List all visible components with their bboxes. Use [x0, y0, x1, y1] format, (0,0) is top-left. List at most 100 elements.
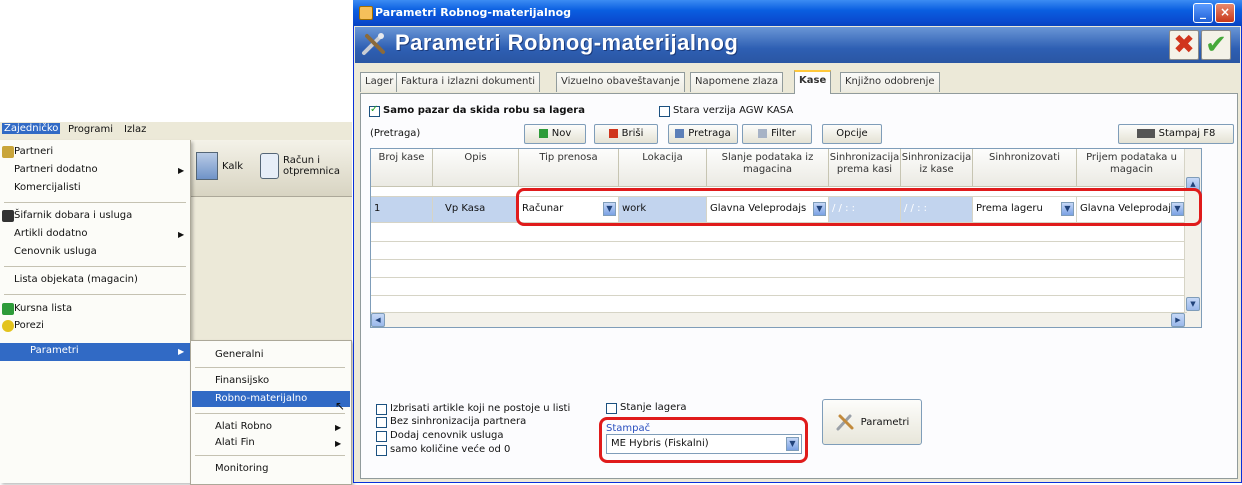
menu-item-parametri[interactable]: Parametri: [30, 345, 79, 356]
samo-pazar-label: Samo pazar da skida robu sa lagera: [383, 105, 585, 116]
column-header-lokacija[interactable]: Lokacija: [619, 149, 707, 187]
vertical-scrollbar[interactable]: ▲ ▼: [1184, 149, 1201, 327]
kalk-button[interactable]: Kalk: [196, 146, 243, 186]
column-header-tip-prenosa[interactable]: Tip prenosa: [519, 149, 619, 187]
menu-item-porezi[interactable]: Porezi: [14, 320, 44, 331]
background-menubar: Zajedničko Programi Izlaz: [0, 122, 352, 141]
empty-row-line: [371, 259, 1187, 260]
tab-strip: Lager Faktura i izlazni dokumenti Vizuel…: [360, 70, 1240, 94]
parametri-button[interactable]: Parametri: [822, 399, 922, 445]
column-header-slanje[interactable]: Slanje podataka iz magacina: [707, 149, 829, 187]
stanje-lagera-label: Stanje lagera: [620, 402, 687, 413]
submenu-arrow-icon: ▶: [178, 347, 185, 356]
search-icon: [675, 128, 685, 138]
submenu-item-finansijsko[interactable]: Finansijsko: [215, 375, 269, 386]
ok-button[interactable]: ✔: [1201, 30, 1231, 60]
submenu-arrow-icon: ▶: [335, 439, 342, 448]
dodaj-cenovnik-label: Dodaj cenovnik usluga: [390, 430, 504, 441]
submenu-item-robno[interactable]: Robno-materijalno: [215, 393, 307, 404]
samo-kolicine-label: samo količine veće od 0: [390, 444, 511, 455]
menu-separator: [4, 202, 186, 203]
printer-highlight-annotation: [599, 417, 808, 463]
column-header-sinhro-prema-kasi[interactable]: Sinhronizacija prema kasi: [829, 149, 901, 187]
menu-izlaz[interactable]: Izlaz: [124, 124, 146, 135]
menu-item-partneri-dodatno[interactable]: Partneri dodatno: [14, 164, 98, 175]
horizontal-scrollbar[interactable]: ◀ ▶: [371, 312, 1187, 327]
column-header-broj-kase[interactable]: Broj kase: [371, 149, 433, 187]
menu-zajednicko[interactable]: Zajedničko: [2, 123, 61, 134]
currency-icon: [2, 303, 14, 315]
filter-label: Filter: [771, 128, 796, 139]
column-header-opis[interactable]: Opis: [433, 149, 519, 187]
cancel-button[interactable]: ✖: [1169, 30, 1199, 60]
pen-document-icon: [260, 153, 280, 179]
close-button[interactable]: ×: [1215, 3, 1235, 23]
filter-button[interactable]: Filter: [742, 124, 812, 144]
menu-separator: [195, 367, 345, 368]
submenu-item-alati-fin[interactable]: Alati Fin: [215, 437, 255, 448]
menu-item-sifarnik[interactable]: Šifarnik dobara i usluga: [14, 210, 132, 221]
cell-broj-kase[interactable]: 1: [371, 197, 433, 223]
minimize-button[interactable]: _: [1193, 3, 1213, 23]
submenu-item-generalni[interactable]: Generalni: [215, 349, 264, 360]
parametri-submenu: Generalni Finansijsko Robno-materijalno …: [190, 340, 352, 485]
cell-opis[interactable]: Vp Kasa: [433, 197, 519, 223]
stara-verzija-label: Stara verzija AGW KASA: [673, 105, 794, 116]
menu-item-parametri-highlight: [0, 343, 190, 361]
kase-grid: Broj kase Opis Tip prenosa Lokacija Slan…: [370, 148, 1202, 328]
stara-verzija-checkbox[interactable]: [659, 106, 670, 117]
tab-knjizno-odobrenje[interactable]: Knjižno odobrenje: [840, 72, 940, 92]
barcode-icon: [2, 210, 14, 222]
racun-button[interactable]: Račun i otpremnica: [260, 146, 352, 186]
nov-button[interactable]: Nov: [524, 124, 586, 144]
menu-item-komercijalisti[interactable]: Komercijalisti: [14, 182, 81, 193]
stanje-lagera-checkbox[interactable]: [606, 403, 617, 414]
brisi-button[interactable]: Briši: [594, 124, 658, 144]
tab-faktura[interactable]: Faktura i izlazni dokumenti: [396, 72, 541, 92]
smiley-icon: [2, 320, 14, 332]
column-header-prijem[interactable]: Prijem podataka u magacin: [1077, 149, 1187, 187]
tab-napomene[interactable]: Napomene zlaza: [690, 72, 784, 92]
menu-programi[interactable]: Programi: [68, 124, 113, 135]
opcije-button[interactable]: Opcije: [822, 124, 882, 144]
parametri-button-label: Parametri: [860, 416, 910, 428]
menu-separator: [195, 455, 345, 456]
bez-sinhronizacije-checkbox[interactable]: [376, 417, 387, 428]
window-titlebar[interactable]: Parametri Robnog-materijalnog _ ×: [353, 0, 1242, 26]
izbrisati-checkbox[interactable]: [376, 404, 387, 415]
samo-pazar-checkbox[interactable]: [369, 104, 380, 117]
background-toolbar: Kalk Račun i otpremnica: [190, 140, 352, 197]
kalk-label: Kalk: [222, 160, 244, 172]
tab-vizuelno[interactable]: Vizuelno obaveštavanje: [556, 72, 685, 92]
scroll-left-icon[interactable]: ◀: [371, 313, 385, 327]
dodaj-cenovnik-checkbox[interactable]: [376, 431, 387, 442]
menu-item-cenovnik[interactable]: Cenovnik usluga: [14, 246, 97, 257]
scroll-right-icon[interactable]: ▶: [1171, 313, 1185, 327]
tab-lager[interactable]: Lager: [360, 72, 399, 92]
pretraga-button[interactable]: Pretraga: [668, 124, 738, 144]
menu-item-artikli-dodatno[interactable]: Artikli dodatno: [14, 228, 88, 239]
nov-label: Nov: [551, 128, 572, 139]
menu-item-lista-objekata[interactable]: Lista objekata (magacin): [14, 274, 138, 285]
column-header-sinhronizovati[interactable]: Sinhronizovati: [973, 149, 1077, 187]
stampaj-label: Stampaj F8: [1158, 128, 1216, 139]
menu-item-partneri[interactable]: Partneri: [14, 146, 53, 157]
partners-icon: [2, 146, 14, 158]
row-highlight-annotation: [516, 188, 1202, 226]
menu-item-kursna-lista[interactable]: Kursna lista: [14, 303, 72, 314]
column-header-sinhro-iz-kase[interactable]: Sinhronizacija iz kase: [901, 149, 973, 187]
search-box-label[interactable]: (Pretraga): [370, 128, 420, 139]
grid-toolbar: (Pretraga) Nov Briši Pretraga Filter Opc…: [366, 124, 1234, 146]
submenu-item-alati-robno[interactable]: Alati Robno: [215, 421, 272, 432]
brisi-label: Briši: [621, 128, 644, 139]
scroll-down-icon[interactable]: ▼: [1186, 297, 1200, 311]
racun-label: Račun i otpremnica: [283, 155, 340, 177]
window-title: Parametri Robnog-materijalnog: [375, 6, 571, 19]
tab-kase[interactable]: Kase: [794, 70, 832, 94]
mouse-cursor-icon: ↖: [335, 399, 346, 413]
samo-kolicine-checkbox[interactable]: [376, 445, 387, 456]
menu-separator: [4, 294, 186, 295]
stampaj-button[interactable]: Stampaj F8: [1118, 124, 1234, 144]
submenu-item-monitoring[interactable]: Monitoring: [215, 463, 268, 474]
menu-separator: [195, 413, 345, 414]
